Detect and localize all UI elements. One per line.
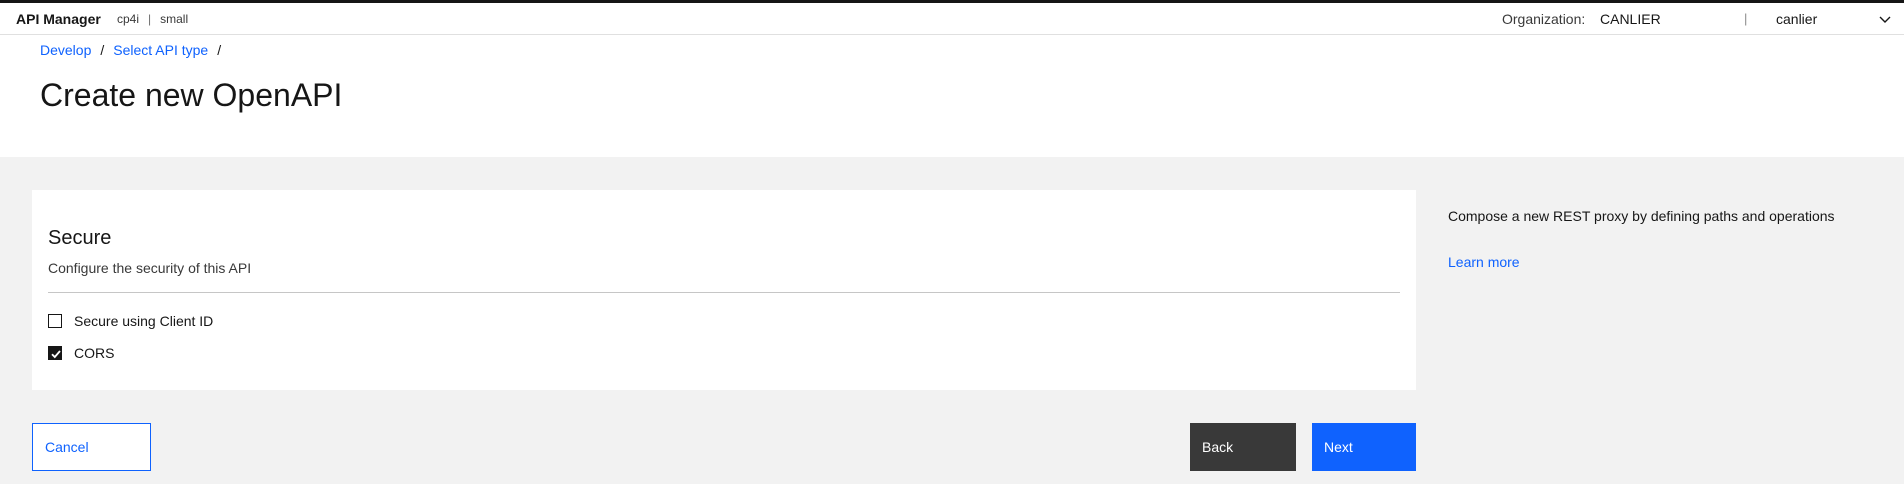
divider	[48, 292, 1400, 293]
instance-size: small	[160, 12, 189, 26]
breadcrumb-develop[interactable]: Develop	[40, 42, 91, 58]
instance-context: cp4i	[117, 12, 140, 26]
user-name: canlier	[1776, 11, 1818, 27]
header-separator: |	[1744, 11, 1748, 26]
breadcrumb-separator: /	[217, 42, 222, 58]
back-button[interactable]: Back	[1190, 423, 1296, 471]
section-description: Configure the security of this API	[48, 260, 252, 276]
cors-checkbox[interactable]	[48, 346, 62, 360]
organization-value: CANLIER	[1600, 11, 1661, 27]
cors-label[interactable]: CORS	[74, 345, 114, 361]
instance-info: cp4i | small	[117, 12, 188, 26]
secure-card: Secure Configure the security of this AP…	[32, 190, 1416, 390]
section-title: Secure	[48, 227, 112, 249]
breadcrumb-select-api-type[interactable]: Select API type	[113, 42, 208, 58]
app-name[interactable]: API Manager	[16, 11, 101, 27]
checkmark-icon	[51, 350, 61, 359]
user-menu[interactable]: canlier	[1776, 6, 1904, 34]
side-panel-description: Compose a new REST proxy by defining pat…	[1448, 208, 1835, 224]
app-header: API Manager cp4i | small Organization: CAN…	[0, 3, 1904, 35]
instance-separator: |	[148, 12, 152, 26]
client-id-label[interactable]: Secure using Client ID	[74, 313, 213, 329]
breadcrumb-separator: /	[100, 42, 105, 58]
breadcrumb: Develop / Select API type /	[40, 42, 230, 58]
organization-label: Organization:	[1502, 11, 1586, 27]
next-button[interactable]: Next	[1312, 423, 1416, 471]
chevron-down-icon	[1879, 16, 1891, 23]
client-id-checkbox[interactable]	[48, 314, 62, 328]
page-header: Develop / Select API type / Create new Open…	[0, 35, 1904, 157]
learn-more-link[interactable]: Learn more	[1448, 254, 1520, 270]
cancel-button[interactable]: Cancel	[32, 423, 151, 471]
page-title: Create new OpenAPI	[40, 77, 343, 113]
